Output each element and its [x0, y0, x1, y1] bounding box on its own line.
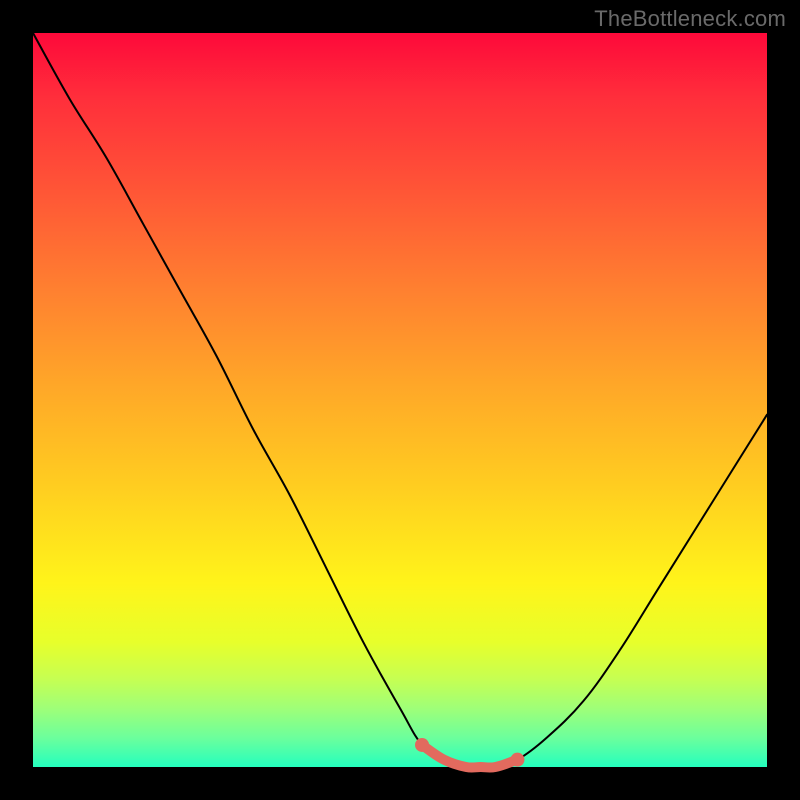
bottleneck-curve [33, 33, 767, 767]
highlight-dot-left [415, 738, 429, 752]
curve-path [33, 33, 767, 768]
curve-highlight [422, 745, 517, 768]
plot-area [33, 33, 767, 767]
highlight-dot-right [510, 753, 524, 767]
chart-frame: TheBottleneck.com [0, 0, 800, 800]
watermark-text: TheBottleneck.com [594, 6, 786, 32]
